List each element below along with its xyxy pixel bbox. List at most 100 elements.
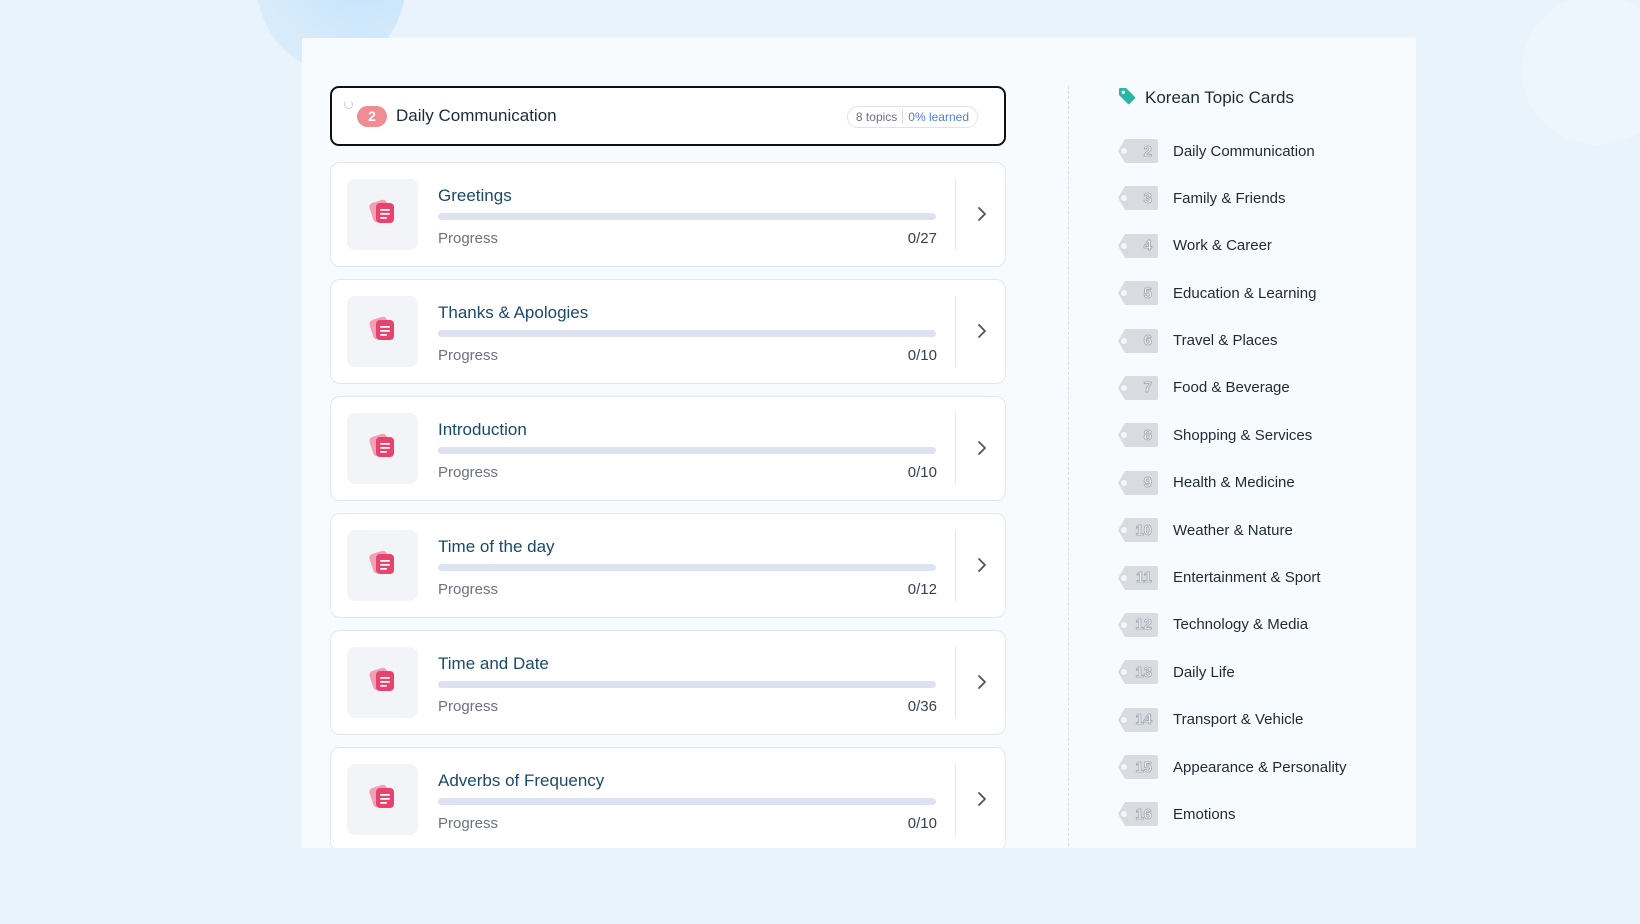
- lesson-title: Thanks & Apologies: [438, 303, 589, 322]
- sidebar-item[interactable]: 15 Appearance & Personality: [1117, 752, 1407, 782]
- flashcards-icon: [368, 549, 398, 582]
- sidebar-item[interactable]: 6 Travel & Places: [1117, 326, 1407, 356]
- topic-number: 11: [1136, 569, 1153, 587]
- sidebar-item-label: Daily Communication: [1173, 142, 1315, 160]
- sidebar-item-label: Appearance & Personality: [1173, 758, 1347, 776]
- sidebar-item-label: Food & Beverage: [1173, 379, 1290, 397]
- progress-bar: [438, 213, 936, 220]
- progress-label: Progress: [438, 230, 499, 247]
- number-tag: 8: [1117, 422, 1159, 448]
- number-tag: 13: [1117, 659, 1159, 685]
- sidebar-item[interactable]: 12 Technology & Media: [1117, 610, 1407, 640]
- flashcards-icon: [368, 666, 398, 699]
- lesson-title: Time and Date: [438, 654, 549, 673]
- lesson-card[interactable]: Time and Date Progress 0/36: [330, 630, 1006, 735]
- lesson-card[interactable]: Introduction Progress 0/10: [330, 396, 1006, 501]
- sidebar-title: Korean Topic Cards: [1145, 88, 1294, 107]
- flashcards-icon: [368, 432, 398, 465]
- sidebar-item[interactable]: 5 Education & Learning: [1117, 278, 1407, 308]
- topic-sidebar: Korean Topic Cards 2 Daily Communication…: [1117, 86, 1407, 847]
- background-decoration: [1522, 0, 1640, 145]
- sidebar-item-label: Health & Medicine: [1173, 474, 1295, 492]
- chevron-right-icon[interactable]: [972, 438, 992, 458]
- topic-number: 6: [1143, 332, 1152, 350]
- flashcards-icon: [368, 315, 398, 348]
- number-tag: 7: [1117, 375, 1159, 401]
- progress-label: Progress: [438, 698, 499, 715]
- sidebar-item[interactable]: 2 Daily Communication: [1117, 136, 1407, 166]
- topic-number: 5: [1143, 284, 1152, 302]
- sidebar-item-label: Education & Learning: [1173, 284, 1317, 302]
- lesson-column: 2 Daily Communication 8 topics 0% learne…: [330, 86, 1006, 848]
- number-tag: 10: [1117, 517, 1159, 543]
- sidebar-item-label: Weather & Nature: [1173, 521, 1293, 539]
- topic-group-header[interactable]: 2 Daily Communication 8 topics 0% learne…: [330, 86, 1006, 146]
- number-tag: 16: [1117, 801, 1159, 827]
- topic-number: 12: [1135, 616, 1153, 634]
- lesson-list: Greetings Progress 0/27 Thanks & Apologi…: [330, 162, 1006, 848]
- progress-label: Progress: [438, 815, 499, 832]
- progress-count: 0/10: [907, 464, 937, 481]
- divider: [955, 764, 956, 835]
- topic-number: 16: [1135, 805, 1153, 823]
- sidebar-item-label: Travel & Places: [1173, 332, 1278, 350]
- lesson-card[interactable]: Greetings Progress 0/27: [330, 162, 1006, 267]
- chevron-right-icon[interactable]: [972, 204, 992, 224]
- topic-number: 13: [1135, 663, 1153, 681]
- chevron-right-icon[interactable]: [972, 321, 992, 341]
- sidebar-item-label: Work & Career: [1173, 237, 1272, 255]
- number-tag: 14: [1117, 707, 1159, 733]
- sidebar-item[interactable]: 7 Food & Beverage: [1117, 373, 1407, 403]
- progress-label: Progress: [438, 464, 499, 481]
- lesson-card[interactable]: Adverbs of Frequency Progress 0/10: [330, 747, 1006, 848]
- flashcards-icon: [368, 198, 398, 231]
- sidebar-item[interactable]: 9 Health & Medicine: [1117, 468, 1407, 498]
- number-tag: 3: [1117, 185, 1159, 211]
- divider: [955, 179, 956, 250]
- lesson-icon-box: [347, 764, 418, 835]
- sidebar-item[interactable]: 3 Family & Friends: [1117, 183, 1407, 213]
- sidebar-item-label: Emotions: [1173, 805, 1236, 823]
- lesson-icon-box: [347, 179, 418, 250]
- column-divider: [1068, 86, 1069, 848]
- sidebar-item[interactable]: 16 Emotions: [1117, 799, 1407, 829]
- sidebar-item[interactable]: 11 Entertainment & Sport: [1117, 563, 1407, 593]
- lesson-title: Time of the day: [438, 537, 555, 556]
- sidebar-item-label: Family & Friends: [1173, 189, 1286, 207]
- loading-spinner-icon: [344, 100, 353, 109]
- progress-bar: [438, 798, 936, 805]
- number-tag: 4: [1117, 233, 1159, 259]
- divider: [902, 110, 904, 124]
- sidebar-item[interactable]: 4 Work & Career: [1117, 231, 1407, 261]
- topic-stats-pill: 8 topics 0% learned: [846, 106, 978, 128]
- main-panel: 2 Daily Communication 8 topics 0% learne…: [302, 38, 1416, 848]
- number-tag: 15: [1117, 754, 1159, 780]
- topic-number: 15: [1135, 758, 1153, 776]
- progress-bar: [438, 564, 936, 571]
- chevron-right-icon[interactable]: [972, 789, 992, 809]
- topics-count: 8 topics: [855, 110, 898, 124]
- flashcards-icon: [368, 783, 398, 816]
- learned-percent: 0% learned: [908, 110, 969, 124]
- chevron-right-icon[interactable]: [972, 672, 992, 692]
- progress-bar: [438, 447, 936, 454]
- lesson-icon-box: [347, 296, 418, 367]
- lesson-card[interactable]: Time of the day Progress 0/12: [330, 513, 1006, 618]
- progress-count: 0/36: [907, 698, 937, 715]
- topic-number: 4: [1143, 237, 1152, 255]
- sidebar-item-label: Entertainment & Sport: [1173, 569, 1321, 587]
- lesson-icon-box: [347, 413, 418, 484]
- topic-list: 2 Daily Communication 3 Family & Friends…: [1117, 136, 1407, 829]
- divider: [955, 296, 956, 367]
- sidebar-item[interactable]: 13 Daily Life: [1117, 657, 1407, 687]
- lesson-card[interactable]: Thanks & Apologies Progress 0/10: [330, 279, 1006, 384]
- progress-bar: [438, 681, 936, 688]
- lesson-icon-box: [347, 530, 418, 601]
- sidebar-item[interactable]: 8 Shopping & Services: [1117, 420, 1407, 450]
- chevron-right-icon[interactable]: [972, 555, 992, 575]
- sidebar-item[interactable]: 14 Transport & Vehicle: [1117, 705, 1407, 735]
- number-tag: 2: [1117, 138, 1159, 164]
- sidebar-item[interactable]: 10 Weather & Nature: [1117, 515, 1407, 545]
- topic-number: 10: [1135, 521, 1153, 539]
- topic-number-badge: 2: [357, 105, 387, 127]
